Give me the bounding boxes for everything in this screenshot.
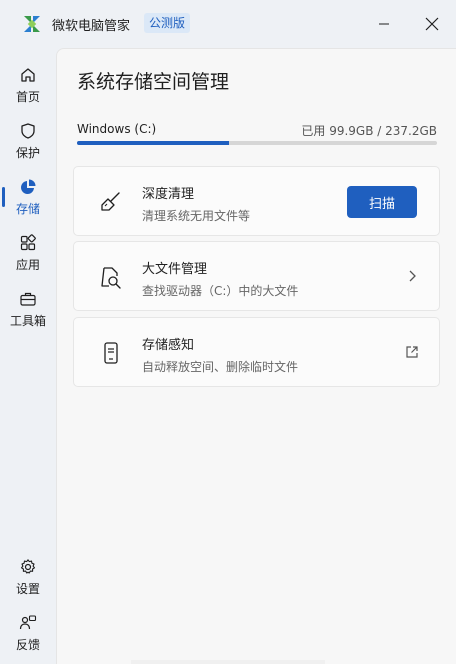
drive-usage: 已用 99.9GB / 237.2GB xyxy=(301,124,437,138)
active-indicator xyxy=(2,187,5,207)
toolbox-icon xyxy=(20,292,36,306)
beta-badge: 公测版 xyxy=(144,13,191,33)
sidebar: 首页 保护 存储 应用 工具箱 设置 反馈 xyxy=(0,48,56,664)
sidebar-item-label: 反馈 xyxy=(15,637,40,652)
minimize-icon xyxy=(379,23,389,25)
sidebar-item-label: 应用 xyxy=(15,257,40,272)
feedback-icon xyxy=(19,614,37,629)
pie-chart-icon xyxy=(21,179,36,194)
card-subtitle: 清理系统无用文件等 xyxy=(142,209,251,223)
sidebar-item-feedback[interactable]: 反馈 xyxy=(0,608,56,658)
card-title: 深度清理 xyxy=(142,187,195,202)
file-search-icon xyxy=(101,267,121,289)
sidebar-item-label: 保护 xyxy=(15,145,40,160)
minimize-button[interactable] xyxy=(372,12,396,36)
page-title: 系统存储空间管理 xyxy=(77,71,230,93)
deep-clean-card: 深度清理 清理系统无用文件等 扫描 xyxy=(73,166,440,236)
large-files-card[interactable]: 大文件管理 查找驱动器（C:）中的大文件 xyxy=(73,241,440,311)
sidebar-item-label: 首页 xyxy=(15,89,40,104)
sidebar-item-storage[interactable]: 存储 xyxy=(0,172,56,222)
chevron-right-icon xyxy=(409,270,416,282)
sidebar-item-apps[interactable]: 应用 xyxy=(0,228,56,278)
sidebar-item-label: 设置 xyxy=(15,581,40,596)
app-logo-icon xyxy=(24,16,40,32)
window-resize-grip[interactable] xyxy=(131,660,325,664)
home-icon xyxy=(21,67,35,82)
main-panel: 系统存储空间管理 Windows (C:) 已用 99.9GB / 237.2G… xyxy=(56,48,456,664)
storage-progress-bar xyxy=(77,141,437,145)
sidebar-item-label: 存储 xyxy=(15,201,40,216)
sidebar-item-home[interactable]: 首页 xyxy=(0,60,56,110)
sidebar-item-protection[interactable]: 保护 xyxy=(0,116,56,166)
sidebar-item-settings[interactable]: 设置 xyxy=(0,552,56,602)
card-title: 大文件管理 xyxy=(142,262,208,277)
title-bar: 微软电脑管家 公测版 xyxy=(0,0,456,48)
close-button[interactable] xyxy=(420,12,444,36)
external-link-icon xyxy=(406,346,418,358)
scan-button[interactable]: 扫描 xyxy=(347,186,417,218)
storage-sense-card[interactable]: 存储感知 自动释放空间、删除临时文件 xyxy=(73,317,440,387)
app-title: 微软电脑管家 xyxy=(52,19,131,34)
gear-icon xyxy=(20,558,36,574)
broom-icon xyxy=(101,192,120,211)
apps-grid-icon xyxy=(20,233,36,250)
close-icon xyxy=(425,17,439,31)
sidebar-item-label: 工具箱 xyxy=(9,313,46,328)
sidebar-item-toolbox[interactable]: 工具箱 xyxy=(0,284,56,334)
phone-storage-icon xyxy=(104,342,118,364)
card-title: 存储感知 xyxy=(142,338,195,353)
card-subtitle: 查找驱动器（C:）中的大文件 xyxy=(142,284,299,298)
drive-name: Windows (C:) xyxy=(77,122,157,136)
shield-icon xyxy=(21,122,35,139)
card-subtitle: 自动释放空间、删除临时文件 xyxy=(142,360,299,374)
storage-progress-fill xyxy=(77,141,229,145)
